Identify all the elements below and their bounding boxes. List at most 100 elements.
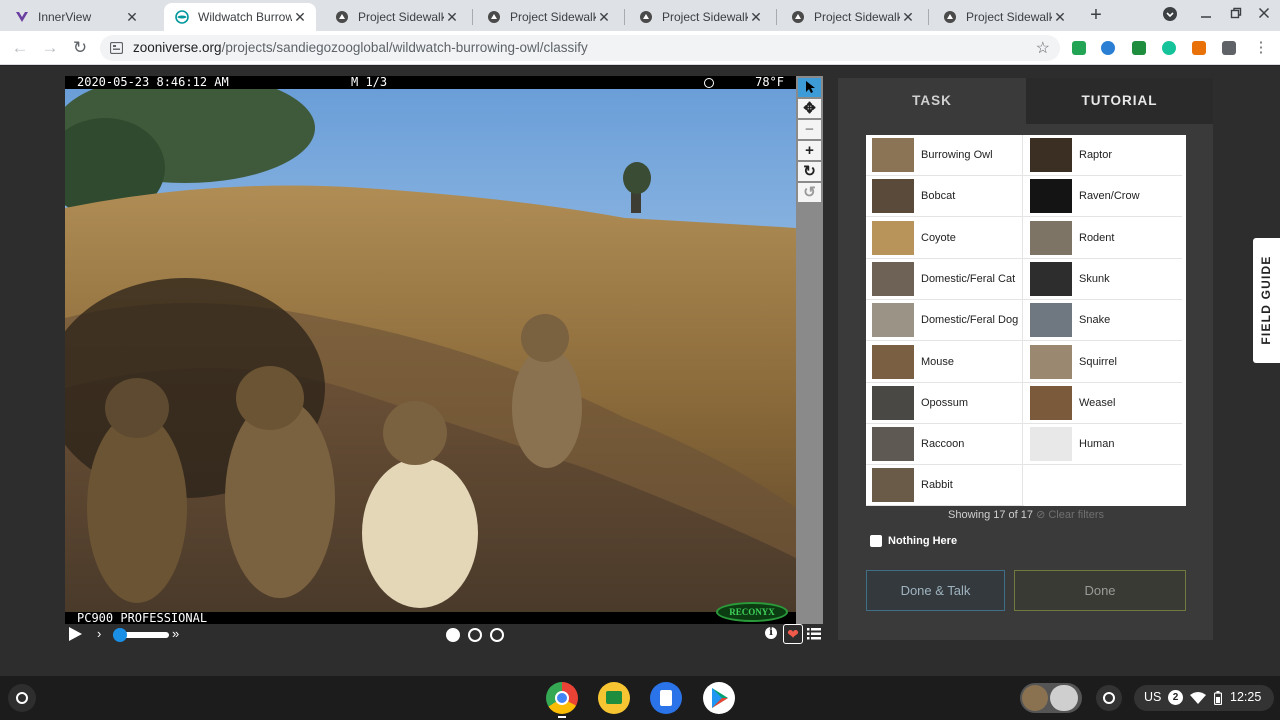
field-guide-tab[interactable]: FIELD GUIDE <box>1253 238 1280 363</box>
species-thumbnail <box>872 427 914 462</box>
new-tab-button[interactable]: + <box>1086 5 1106 25</box>
chrome-app-icon[interactable] <box>546 682 578 714</box>
species-choice[interactable]: Raven/Crow <box>1024 176 1182 218</box>
nothing-here-checkbox[interactable] <box>870 535 882 547</box>
extension-globe-icon[interactable] <box>1101 41 1115 55</box>
move-icon[interactable]: ✥ <box>798 99 821 118</box>
browser-toolbar: ← → ↻ zooniverse.org/projects/sandiegozo… <box>0 31 1280 65</box>
address-bar[interactable]: zooniverse.org/projects/sandiegozoogloba… <box>100 35 1060 61</box>
browser-tab[interactable]: Project Sidewalk - ✕ <box>476 3 620 31</box>
docs-app-icon[interactable] <box>650 682 682 714</box>
moon-phase-icon <box>704 78 714 88</box>
browser-tab[interactable]: Wildwatch Burrowing Owl✕ <box>164 3 316 31</box>
zoom-in-icon[interactable]: + <box>798 141 821 160</box>
tab-close-icon[interactable]: ✕ <box>900 9 916 26</box>
forward-icon[interactable]: → <box>39 37 61 59</box>
species-label: Coyote <box>921 231 956 244</box>
minimize-icon[interactable] <box>1196 6 1216 22</box>
bookmark-star-icon[interactable]: ☆ <box>1036 38 1050 58</box>
species-choice[interactable]: Mouse <box>866 342 1024 383</box>
species-choice[interactable]: Coyote <box>866 218 1024 259</box>
fast-speed-icon[interactable]: » <box>172 626 179 641</box>
rotate-icon[interactable]: ↻ <box>798 162 821 181</box>
frame-dot[interactable] <box>446 628 460 642</box>
species-choice[interactable]: Weasel <box>1024 383 1182 424</box>
tab-tutorial[interactable]: TUTORIAL <box>1026 78 1213 124</box>
species-thumbnail <box>1030 261 1072 296</box>
species-choice[interactable]: Opossum <box>866 383 1024 424</box>
frame-dot[interactable] <box>468 628 482 642</box>
browser-tab[interactable]: Project Sidewalk - ✕ <box>628 3 772 31</box>
species-choice[interactable]: Rodent <box>1024 218 1182 259</box>
slow-speed-icon[interactable]: › <box>97 626 101 641</box>
reload-icon[interactable]: ↻ <box>69 37 91 59</box>
browser-tab[interactable]: InnerView ✕ <box>4 3 148 31</box>
play-icon[interactable] <box>69 627 82 641</box>
classroom-app-icon[interactable] <box>598 682 630 714</box>
species-thumbnail <box>872 220 914 255</box>
pointer-icon[interactable] <box>798 78 821 97</box>
tab-task[interactable]: TASK <box>838 78 1026 124</box>
frame-dot[interactable] <box>490 628 504 642</box>
zoom-out-icon[interactable]: − <box>798 120 821 139</box>
subject-viewer[interactable]: 2020-05-23 8:46:12 AM M 1/3 78°F PC900 P… <box>65 76 796 624</box>
species-choice[interactable]: Domestic/Feral Cat <box>866 259 1024 300</box>
browser-tab[interactable]: Project Sidewalk - ✕ <box>324 3 468 31</box>
species-choice[interactable]: Domestic/Feral Dog <box>866 300 1024 342</box>
species-choice[interactable]: Burrowing Owl <box>866 135 1024 176</box>
browser-tab[interactable]: Project Sidewalk - ✕ <box>932 3 1076 31</box>
extension-cast-icon[interactable] <box>1132 41 1146 55</box>
done-and-talk-button[interactable]: Done & Talk <box>866 570 1005 611</box>
metadata-info-icon[interactable]: i <box>765 627 777 639</box>
tab-close-icon[interactable]: ✕ <box>748 9 764 26</box>
play-store-app-icon[interactable] <box>703 682 735 714</box>
close-window-icon[interactable] <box>1254 6 1274 22</box>
tab-close-icon[interactable]: ✕ <box>444 9 460 26</box>
extension-grammarly-icon[interactable] <box>1162 41 1176 55</box>
speed-slider-handle[interactable] <box>113 628 127 642</box>
species-choice[interactable]: Skunk <box>1024 259 1182 300</box>
tab-separator <box>624 9 625 25</box>
tab-close-icon[interactable]: ✕ <box>1052 9 1068 26</box>
battery-icon <box>1214 691 1222 705</box>
holding-space-icon[interactable] <box>1020 683 1082 713</box>
extension-megaphone-icon[interactable] <box>1192 41 1206 55</box>
url-text: zooniverse.org/projects/sandiegozoogloba… <box>133 40 588 55</box>
status-tray[interactable]: US 2 12:25 <box>1134 685 1274 711</box>
done-button[interactable]: Done <box>1014 570 1186 611</box>
species-choice[interactable]: Bobcat <box>866 176 1024 218</box>
select-to-speak-icon[interactable] <box>1096 685 1122 711</box>
tab-close-icon[interactable]: ✕ <box>124 9 140 26</box>
species-choice[interactable]: Snake <box>1024 300 1182 342</box>
tab-title: Project Sidewalk - <box>814 10 900 24</box>
clear-filters-link[interactable]: ⊘ Clear filters <box>1036 509 1104 521</box>
species-choice[interactable]: Squirrel <box>1024 342 1182 383</box>
species-choice[interactable]: Raccoon <box>866 424 1024 466</box>
tab-close-icon[interactable]: ✕ <box>292 9 308 26</box>
species-thumbnail <box>1030 427 1072 462</box>
sidewalk-icon <box>486 9 502 25</box>
species-choice[interactable]: Human <box>1024 424 1182 466</box>
site-info-icon[interactable] <box>110 42 123 54</box>
reset-icon[interactable]: ↺ <box>798 183 821 202</box>
extensions-puzzle-icon[interactable] <box>1222 41 1236 55</box>
tab-close-icon[interactable]: ✕ <box>596 9 612 26</box>
nothing-here-option[interactable]: Nothing Here <box>870 533 957 549</box>
tab-search-icon[interactable] <box>1160 6 1180 25</box>
species-label: Domestic/Feral Cat <box>921 272 1016 285</box>
favorite-heart-icon[interactable]: ❤ <box>783 624 803 644</box>
back-icon[interactable]: ← <box>9 37 31 59</box>
zooniverse-icon <box>174 9 190 25</box>
extension-classroom-icon[interactable] <box>1072 41 1086 55</box>
tab-separator <box>472 9 473 25</box>
species-choice[interactable]: Rabbit <box>866 465 1024 507</box>
collections-list-icon[interactable] <box>807 628 821 640</box>
launcher-icon[interactable] <box>8 684 36 712</box>
camera-timestamp: 2020-05-23 8:46:12 AM <box>77 76 229 89</box>
restore-icon[interactable] <box>1226 6 1246 22</box>
os-shelf: US 2 12:25 <box>0 676 1280 720</box>
tab-separator <box>776 9 777 25</box>
species-choice[interactable]: Raptor <box>1024 135 1182 176</box>
browser-menu-icon[interactable]: ⋮ <box>1250 37 1272 59</box>
browser-tab[interactable]: Project Sidewalk - ✕ <box>780 3 924 31</box>
